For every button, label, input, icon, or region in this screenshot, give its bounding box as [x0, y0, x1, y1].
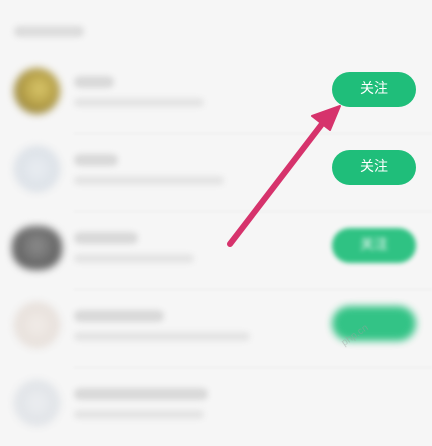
follow-button[interactable]: 关注	[332, 72, 416, 107]
section-header-blurred	[14, 26, 84, 37]
user-name-blurred	[74, 388, 208, 400]
list-item[interactable]: 关注	[0, 134, 432, 212]
user-name-blurred	[74, 232, 138, 244]
avatar[interactable]	[14, 146, 60, 192]
avatar[interactable]	[14, 302, 60, 348]
user-name-blurred	[74, 154, 118, 166]
follow-button[interactable]: 关注	[332, 228, 416, 263]
user-name-blurred	[74, 310, 164, 322]
follow-button[interactable]: 关注	[332, 150, 416, 185]
follow-list-screen: 关注 关注 关注 php.cn	[0, 0, 432, 438]
user-subtitle-blurred	[74, 98, 204, 107]
avatar[interactable]	[12, 226, 62, 270]
list-item[interactable]: 关注	[0, 212, 432, 290]
avatar[interactable]	[14, 68, 60, 114]
user-name-blurred	[74, 76, 114, 88]
list-item[interactable]: 关注	[0, 56, 432, 134]
user-subtitle-blurred	[74, 254, 194, 263]
avatar[interactable]	[14, 380, 60, 426]
user-subtitle-blurred	[74, 176, 224, 185]
user-subtitle-blurred	[74, 332, 250, 341]
list-item[interactable]	[0, 368, 432, 446]
user-subtitle-blurred	[74, 410, 204, 419]
